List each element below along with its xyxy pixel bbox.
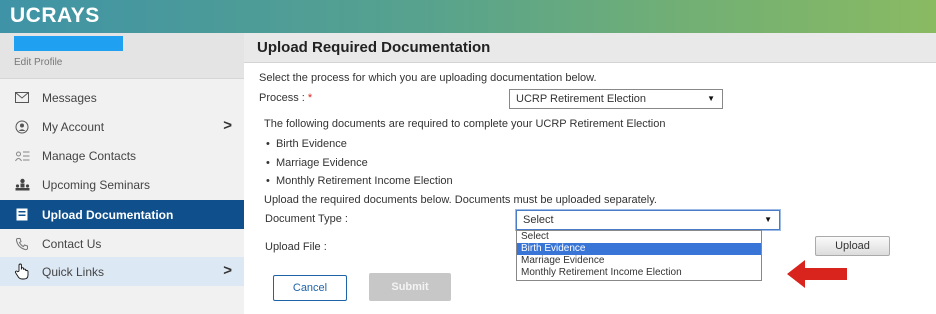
process-select-value: UCRP Retirement Election xyxy=(516,93,647,105)
process-label-text: Process : xyxy=(259,92,305,104)
upload-instructions: Upload the required documents below. Doc… xyxy=(264,194,657,206)
process-label: Process : * xyxy=(259,92,312,104)
required-marker: * xyxy=(307,92,313,104)
sidebar-item-quick-links[interactable]: Quick Links > xyxy=(0,257,244,286)
sidebar-item-label: Upcoming Seminars xyxy=(42,177,151,192)
list-item-text: Birth Evidence xyxy=(275,138,347,150)
sidebar-item-my-account[interactable]: My Account > xyxy=(0,112,244,141)
brand-logo: UCRAYS xyxy=(10,4,100,27)
sidebar-item-label: Messages xyxy=(42,90,97,105)
dropdown-option-monthly-retirement-income-election[interactable]: Monthly Retirement Income Election xyxy=(517,267,761,279)
bullet: • xyxy=(266,175,276,187)
sidebar-item-manage-contacts[interactable]: Manage Contacts xyxy=(0,141,244,170)
chevron-down-icon: ▼ xyxy=(764,215,772,224)
intro-text: Select the process for which you are upl… xyxy=(259,72,597,84)
content-header: Upload Required Documentation xyxy=(244,33,936,63)
sidebar: Edit Profile Messages My Account > Manag… xyxy=(0,33,244,314)
document-type-label: Document Type : xyxy=(265,213,348,225)
edit-profile-link[interactable]: Edit Profile xyxy=(14,57,62,68)
sidebar-item-label: My Account xyxy=(42,119,105,134)
submit-button[interactable]: Submit xyxy=(369,273,451,301)
main-content: Upload Required Documentation Select the… xyxy=(244,33,936,314)
dropdown-option-select[interactable]: Select xyxy=(517,231,761,243)
document-type-value: Select xyxy=(523,214,554,226)
top-banner: UCRAYS xyxy=(0,0,936,33)
seminars-icon xyxy=(14,177,30,193)
list-item-text: Marriage Evidence xyxy=(275,157,368,169)
profile-area: Edit Profile xyxy=(0,33,244,79)
chevron-right-icon: > xyxy=(223,117,232,134)
sidebar-item-label: Quick Links xyxy=(42,264,105,279)
list-item: • Marriage Evidence xyxy=(266,157,368,169)
contacts-icon xyxy=(14,148,30,164)
hand-cursor-icon xyxy=(14,263,30,280)
dropdown-option-birth-evidence[interactable]: Birth Evidence xyxy=(517,243,761,255)
page-title: Upload Required Documentation xyxy=(257,39,491,56)
profile-name-redacted xyxy=(14,36,123,51)
list-item: • Monthly Retirement Income Election xyxy=(266,175,453,187)
sidebar-item-label: Contact Us xyxy=(42,236,102,251)
upload-icon xyxy=(14,207,30,223)
sidebar-item-upload-documentation[interactable]: Upload Documentation xyxy=(0,200,244,229)
upload-file-label: Upload File : xyxy=(265,241,327,253)
envelope-icon xyxy=(14,90,30,106)
annotation-arrow-icon xyxy=(787,260,847,288)
sidebar-item-messages[interactable]: Messages xyxy=(0,83,244,112)
chevron-right-icon: > xyxy=(223,262,232,279)
sidebar-item-upcoming-seminars[interactable]: Upcoming Seminars xyxy=(0,170,244,199)
list-item-text: Monthly Retirement Income Election xyxy=(275,175,453,187)
sidebar-item-label: Upload Documentation xyxy=(42,207,174,222)
dropdown-option-marriage-evidence[interactable]: Marriage Evidence xyxy=(517,255,761,267)
sidebar-item-label: Manage Contacts xyxy=(42,148,137,163)
document-type-dropdown: Select Birth Evidence Marriage Evidence … xyxy=(516,230,762,281)
account-icon xyxy=(14,119,30,135)
process-select[interactable]: UCRP Retirement Election ▼ xyxy=(509,89,723,109)
bullet: • xyxy=(266,157,276,169)
cancel-button[interactable]: Cancel xyxy=(273,275,347,301)
upload-button[interactable]: Upload xyxy=(815,236,890,256)
required-docs-text: The following documents are required to … xyxy=(264,118,666,130)
document-type-select[interactable]: Select ▼ xyxy=(516,210,780,230)
bullet: • xyxy=(266,138,276,150)
phone-icon xyxy=(14,236,30,252)
list-item: • Birth Evidence xyxy=(266,138,347,150)
sidebar-item-contact-us[interactable]: Contact Us xyxy=(0,229,244,258)
chevron-down-icon: ▼ xyxy=(707,94,715,103)
